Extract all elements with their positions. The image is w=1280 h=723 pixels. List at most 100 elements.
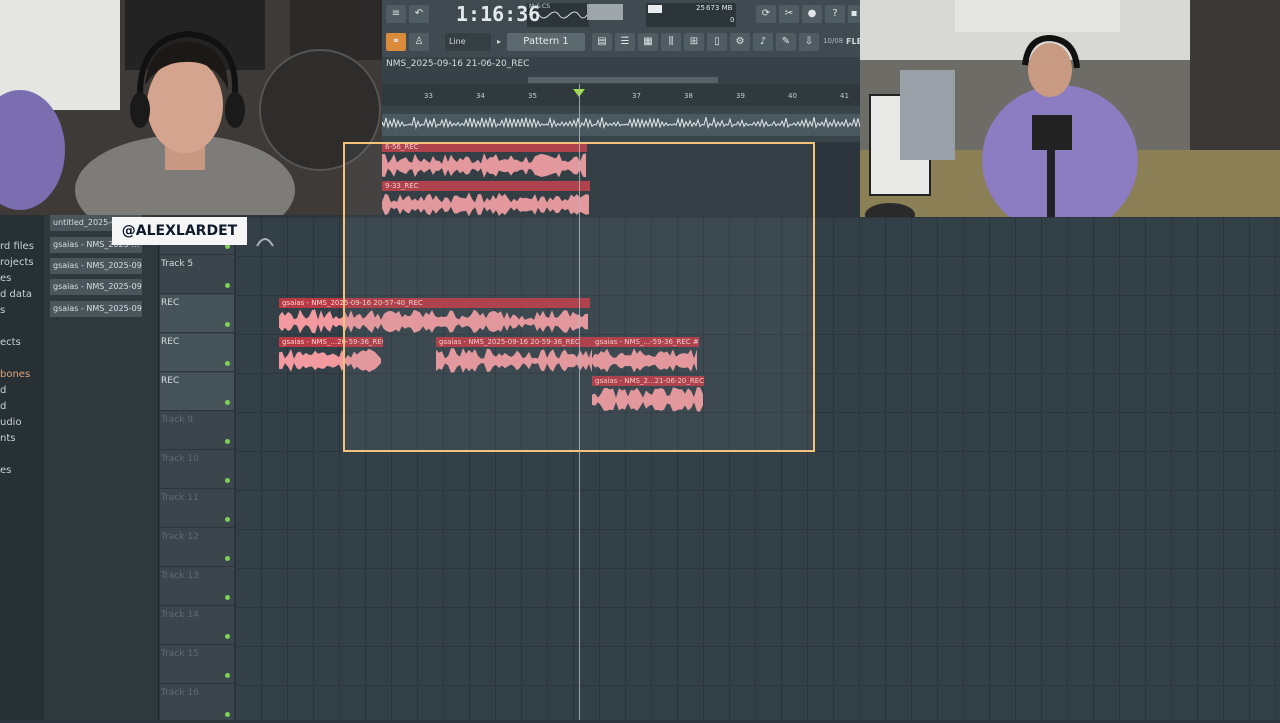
- ruler-bar-label: 39: [736, 92, 745, 100]
- track-header[interactable]: Track 11: [160, 490, 234, 528]
- track-mute-led[interactable]: [225, 478, 230, 483]
- ruler-bar-label: 41: [840, 92, 849, 100]
- browser-file[interactable]: gsaias - NMS_2025-09-1...: [50, 258, 142, 274]
- streamer-tag: @ALEXLARDET: [112, 217, 247, 245]
- track-mute-led[interactable]: [225, 283, 230, 288]
- ruler-bar-label: 40: [788, 92, 797, 100]
- channel-rack-icon[interactable]: ▦: [638, 33, 658, 51]
- browser-category[interactable]: bones: [0, 369, 30, 380]
- track-mute-led[interactable]: [225, 595, 230, 600]
- link-icon[interactable]: ⚭: [386, 33, 406, 51]
- playhead-line: [579, 84, 580, 720]
- download-icon[interactable]: ⇩: [799, 33, 819, 51]
- track-header[interactable]: Track 9: [160, 412, 234, 450]
- playlist-title: NMS_2025-09-16 21-06-20_REC: [386, 59, 530, 69]
- tempo-tap-icon[interactable]: ♪: [753, 33, 773, 51]
- track-header[interactable]: REC: [160, 373, 234, 411]
- ruler-bar-label: 35: [528, 92, 537, 100]
- track-name: REC: [161, 298, 180, 308]
- pattern-prev-icon[interactable]: ▸: [497, 37, 501, 46]
- fl-label: FLE: [846, 37, 863, 46]
- status-tag: 10/08: [823, 37, 844, 45]
- stamp-icon[interactable]: ♙: [409, 33, 429, 51]
- browser-category[interactable]: ects: [0, 337, 21, 348]
- track-mute-led[interactable]: [225, 556, 230, 561]
- track-header[interactable]: Track 5: [160, 256, 234, 294]
- plugin-icon[interactable]: ⚙: [730, 33, 750, 51]
- track-mute-led[interactable]: [225, 361, 230, 366]
- track-name: REC: [161, 376, 180, 386]
- song-overview-track: [381, 106, 861, 142]
- browser-category[interactable]: s: [0, 305, 5, 316]
- browser-category[interactable]: udio: [0, 417, 22, 428]
- track-mute-led[interactable]: [225, 517, 230, 522]
- refresh-icon[interactable]: ⟳: [756, 5, 776, 23]
- browser-category[interactable]: d: [0, 385, 6, 396]
- audio-clip-icon: [254, 222, 276, 258]
- ruler-bar-label: 37: [632, 92, 641, 100]
- track-mute-led[interactable]: [225, 400, 230, 405]
- browser-category[interactable]: d data: [0, 289, 32, 300]
- track-header[interactable]: REC: [160, 334, 234, 372]
- track-header[interactable]: Track 12: [160, 529, 234, 567]
- track-mute-led[interactable]: [225, 634, 230, 639]
- ruler-bar-label: 38: [684, 92, 693, 100]
- track-mute-led[interactable]: [225, 712, 230, 717]
- playlist-icon[interactable]: ☰: [615, 33, 635, 51]
- horizontal-scrollbar[interactable]: [528, 77, 718, 83]
- tool-icon[interactable]: ✎: [776, 33, 796, 51]
- track-mute-led[interactable]: [225, 439, 230, 444]
- polyphony-value: 0: [730, 16, 735, 24]
- browser-panel: rd files rojects es d data s ects bones …: [0, 215, 159, 720]
- menu-icon[interactable]: ≡: [386, 5, 406, 23]
- track-name: Track 9: [161, 415, 194, 425]
- pattern-selector[interactable]: Pattern 1: [507, 33, 585, 51]
- track-name: REC: [161, 337, 180, 347]
- track-name: Track 11: [161, 493, 199, 503]
- cpu-bar: [648, 5, 662, 13]
- track-name: Track 16: [161, 688, 199, 698]
- webcam-right: [860, 0, 1280, 236]
- track-name: Track 10: [161, 454, 199, 464]
- mixer-icon[interactable]: ⫼: [661, 33, 681, 51]
- cpu-memory-panel: 25 673 MB 0: [646, 3, 736, 27]
- track-header[interactable]: Track 13: [160, 568, 234, 606]
- browser-category[interactable]: d: [0, 401, 6, 412]
- undo-icon[interactable]: ↶: [409, 5, 429, 23]
- browser-category[interactable]: rojects: [0, 257, 34, 268]
- browser-category[interactable]: rd files: [0, 241, 34, 252]
- piano-roll-icon[interactable]: ▤: [592, 33, 612, 51]
- help-icon[interactable]: ?: [825, 5, 845, 23]
- track-header[interactable]: Track 14: [160, 607, 234, 645]
- webcam-left-image: [0, 0, 382, 215]
- time-unit-label: M:S:CS: [529, 3, 551, 10]
- track-name: Track 14: [161, 610, 199, 620]
- microphone-icon[interactable]: ●: [802, 5, 822, 23]
- memory-value: 673 MB: [706, 4, 733, 12]
- track-header[interactable]: REC: [160, 295, 234, 333]
- browser-icon[interactable]: ⊞: [684, 33, 704, 51]
- ruler-bar-label: 33: [424, 92, 433, 100]
- file-icon[interactable]: ▯: [707, 33, 727, 51]
- cut-icon[interactable]: ✂: [779, 5, 799, 23]
- track-header[interactable]: Track 10: [160, 451, 234, 489]
- browser-file[interactable]: gsaias - NMS_2025-09-1...: [50, 301, 142, 317]
- track-name: Track 5: [161, 259, 194, 269]
- track-header[interactable]: Track 16: [160, 685, 234, 723]
- webcam-left: [0, 0, 382, 215]
- browser-file[interactable]: gsaias - NMS_2025-09-1...: [50, 279, 142, 295]
- ruler-bar-label: 34: [476, 92, 485, 100]
- browser-category[interactable]: es: [0, 465, 11, 476]
- webcam-right-image: [860, 0, 1280, 236]
- track-header[interactable]: Track 15: [160, 646, 234, 684]
- track-mute-led[interactable]: [225, 673, 230, 678]
- song-time-display[interactable]: 1:16:36: [456, 2, 540, 26]
- master-meter: [587, 4, 623, 20]
- track-name: Track 13: [161, 571, 199, 581]
- browser-category[interactable]: nts: [0, 433, 15, 444]
- snap-select[interactable]: Line: [445, 33, 491, 51]
- track-mute-led[interactable]: [225, 322, 230, 327]
- save-icon[interactable]: ▪: [848, 5, 860, 23]
- cpu-value: 25: [696, 4, 705, 12]
- browser-category[interactable]: es: [0, 273, 11, 284]
